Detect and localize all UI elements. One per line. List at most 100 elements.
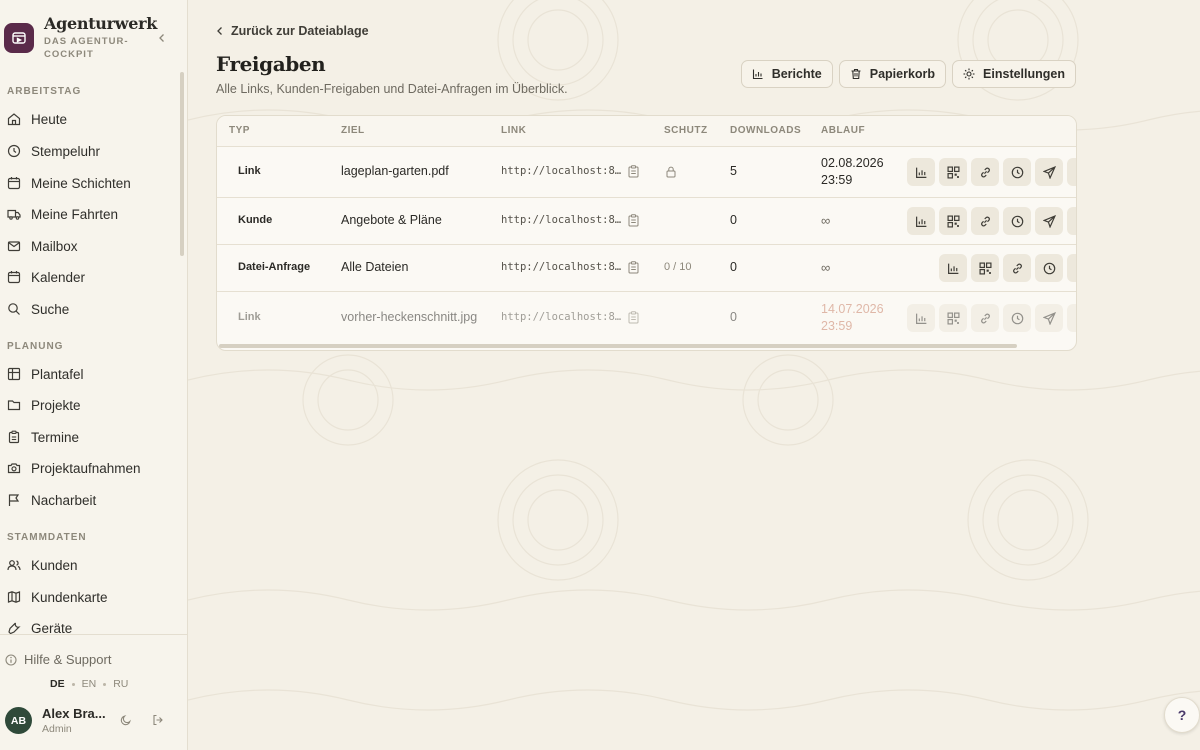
row-downloads: 5 xyxy=(730,164,737,178)
help-support-link[interactable]: Hilfe & Support xyxy=(5,652,111,667)
sidebar-item-projekte[interactable]: Projekte xyxy=(7,392,177,418)
more-button[interactable] xyxy=(1067,158,1076,186)
send-button[interactable] xyxy=(1035,304,1063,332)
lang-ru[interactable]: RU xyxy=(113,678,128,690)
qr-code-button[interactable] xyxy=(939,207,967,235)
row-type: Datei-Anfrage xyxy=(238,261,311,273)
extend-expiry-button[interactable] xyxy=(1003,158,1031,186)
logout-button[interactable] xyxy=(151,713,165,727)
row-expiry: 14.07.2026 23:59 xyxy=(821,301,884,335)
more-button[interactable] xyxy=(1067,304,1076,332)
lang-en[interactable]: EN xyxy=(82,678,97,690)
sidebar-item-meine-fahrten[interactable]: Meine Fahrten xyxy=(7,201,177,227)
clock-icon xyxy=(7,144,21,158)
calendar-icon xyxy=(7,177,21,190)
extend-expiry-button[interactable] xyxy=(1003,207,1031,235)
sidebar-item-label: Termine xyxy=(31,429,80,445)
dark-mode-toggle[interactable] xyxy=(119,713,133,727)
table-horizontal-scrollbar[interactable] xyxy=(219,344,1017,348)
copy-link-button[interactable] xyxy=(1003,254,1031,282)
reports-button-label: Berichte xyxy=(771,67,822,81)
sidebar-item-plantafel[interactable]: Plantafel xyxy=(7,361,177,387)
copy-link-button[interactable] xyxy=(971,158,999,186)
sidebar-item-heute[interactable]: Heute xyxy=(7,106,177,132)
sidebar-item-projektaufnahmen[interactable]: Projektaufnahmen xyxy=(7,455,177,481)
extend-expiry-button[interactable] xyxy=(1035,254,1063,282)
row-link[interactable]: http://localhost:8… xyxy=(501,311,621,323)
reports-button[interactable]: Berichte xyxy=(740,60,833,88)
row-target[interactable]: Alle Dateien xyxy=(341,260,408,274)
qr-code-button[interactable] xyxy=(971,254,999,282)
sidebar-item-label: Kunden xyxy=(31,557,78,573)
stats-button[interactable] xyxy=(907,158,935,186)
sidebar-item-kunden[interactable]: Kunden xyxy=(7,552,177,578)
more-button[interactable] xyxy=(1067,207,1076,235)
table-row[interactable]: Link lageplan-garten.pdf http://localhos… xyxy=(217,147,1076,198)
lang-de[interactable]: DE xyxy=(50,678,65,690)
moon-icon xyxy=(120,715,131,726)
stats-button[interactable] xyxy=(907,207,935,235)
user-profile[interactable]: AB Alex Bra... Admin xyxy=(5,706,106,735)
send-button[interactable] xyxy=(1035,158,1063,186)
sidebar-item-termine[interactable]: Termine xyxy=(7,424,177,450)
row-target[interactable]: Angebote & Pläne xyxy=(341,213,442,227)
copy-link-button[interactable] xyxy=(971,304,999,332)
copy-clipboard-icon[interactable] xyxy=(628,165,639,178)
sidebar-item-label: Suche xyxy=(31,301,70,317)
qr-code-icon xyxy=(978,261,992,275)
back-to-files-link[interactable]: Zurück zur Dateiablage xyxy=(216,24,369,38)
table-row[interactable]: Datei-Anfrage Alle Dateien http://localh… xyxy=(217,245,1076,292)
row-expiry: 02.08.2026 23:59 xyxy=(821,155,884,189)
trash-button[interactable]: Papierkorb xyxy=(838,60,947,88)
sidebar-item-label: Plantafel xyxy=(31,366,84,382)
extend-expiry-button[interactable] xyxy=(1003,304,1031,332)
row-target[interactable]: lageplan-garten.pdf xyxy=(341,164,449,178)
more-button[interactable] xyxy=(1067,254,1076,282)
settings-button[interactable]: Einstellungen xyxy=(952,60,1076,88)
row-downloads: 0 xyxy=(730,310,737,324)
sidebar-item-stempeluhr[interactable]: Stempeluhr xyxy=(7,138,177,164)
qr-code-button[interactable] xyxy=(939,304,967,332)
expiry-time: 23:59 xyxy=(821,319,853,333)
row-link[interactable]: http://localhost:8… xyxy=(501,165,621,177)
sidebar-item-kundenkarte[interactable]: Kundenkarte xyxy=(7,584,177,610)
sidebar-item-label: Mailbox xyxy=(31,238,78,254)
row-link[interactable]: http://localhost:8… xyxy=(501,214,621,226)
qr-code-button[interactable] xyxy=(939,158,967,186)
copy-clipboard-icon[interactable] xyxy=(628,261,639,274)
sidebar-item-nacharbeit[interactable]: Nacharbeit xyxy=(7,487,177,513)
background-pattern xyxy=(188,0,1200,750)
row-link[interactable]: http://localhost:8… xyxy=(501,261,621,273)
board-icon xyxy=(7,367,21,381)
row-target[interactable]: vorher-heckenschnitt.jpg xyxy=(341,310,477,324)
link-icon xyxy=(980,216,990,226)
sidebar-item-meine-schichten[interactable]: Meine Schichten xyxy=(7,170,177,196)
separator-dot xyxy=(103,682,107,686)
send-button[interactable] xyxy=(1035,207,1063,235)
help-fab-button[interactable]: ? xyxy=(1164,697,1200,733)
clock-icon xyxy=(1011,312,1023,324)
row-type: Link xyxy=(238,311,261,323)
stats-button[interactable] xyxy=(939,254,967,282)
lock-icon xyxy=(666,166,676,178)
language-switcher: DE EN RU xyxy=(50,678,128,690)
brand[interactable]: Agenturwerk DAS AGENTUR-COCKPIT xyxy=(4,14,157,61)
sidebar-item-suche[interactable]: Suche xyxy=(7,296,177,322)
table-row[interactable]: Kunde Angebote & Pläne http://localhost:… xyxy=(217,198,1076,245)
collapse-sidebar-button[interactable] xyxy=(154,30,170,46)
sidebar-item-label: Projekte xyxy=(31,397,81,413)
user-name: Alex Bra... xyxy=(42,706,106,721)
table-row[interactable]: Link vorher-heckenschnitt.jpg http://loc… xyxy=(217,292,1076,344)
user-role: Admin xyxy=(42,723,72,735)
sidebar-scrollbar[interactable] xyxy=(180,72,184,256)
copy-link-button[interactable] xyxy=(971,207,999,235)
sidebar-item-mailbox[interactable]: Mailbox xyxy=(7,233,177,259)
bar-chart-icon xyxy=(915,313,926,324)
stats-button[interactable] xyxy=(907,304,935,332)
copy-clipboard-icon[interactable] xyxy=(628,214,639,227)
info-icon xyxy=(5,653,17,666)
copy-clipboard-icon[interactable] xyxy=(628,311,639,324)
row-type: Kunde xyxy=(238,214,273,226)
qr-code-icon xyxy=(946,165,960,179)
sidebar-item-kalender[interactable]: Kalender xyxy=(7,264,177,290)
